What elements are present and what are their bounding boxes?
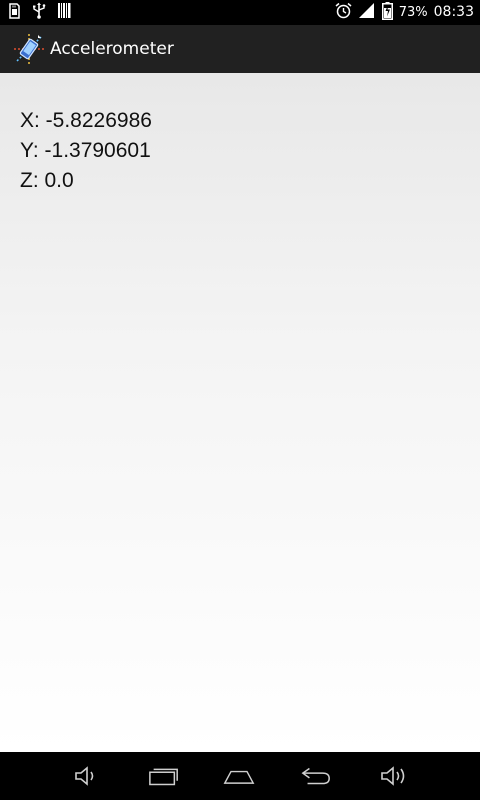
- alarm-icon: [335, 2, 352, 23]
- x-reading: X: -5.8226986: [20, 109, 152, 132]
- battery-icon: [381, 1, 393, 24]
- volume-down-icon[interactable]: [69, 760, 101, 792]
- content-area: X: -5.8226986 Y: -1.3790601 Z: 0.0: [0, 73, 480, 752]
- navigation-bar: [0, 752, 480, 800]
- battery-percentage: 73%: [398, 5, 428, 20]
- accelerometer-readouts: X: -5.8226986 Y: -1.3790601 Z: 0.0: [20, 106, 152, 196]
- z-reading: Z: 0.0: [20, 169, 74, 192]
- status-time: 08:33: [433, 4, 474, 20]
- status-left-icons: [8, 2, 71, 23]
- barcode-icon: [58, 3, 71, 22]
- status-right-icons: 73% 08:33: [335, 0, 474, 25]
- recent-apps-icon[interactable]: [148, 760, 180, 792]
- y-reading: Y: -1.3790601: [20, 139, 151, 162]
- sd-card-icon: [8, 2, 20, 23]
- accelerometer-app-icon[interactable]: [12, 32, 46, 66]
- usb-icon: [32, 2, 46, 23]
- signal-icon: [358, 2, 376, 23]
- status-bar: 73% 08:33: [0, 0, 480, 25]
- action-bar: Accelerometer: [0, 25, 480, 73]
- back-icon[interactable]: [300, 760, 332, 792]
- volume-up-icon[interactable]: [378, 760, 410, 792]
- app-title: Accelerometer: [50, 39, 174, 59]
- home-icon[interactable]: [223, 760, 255, 792]
